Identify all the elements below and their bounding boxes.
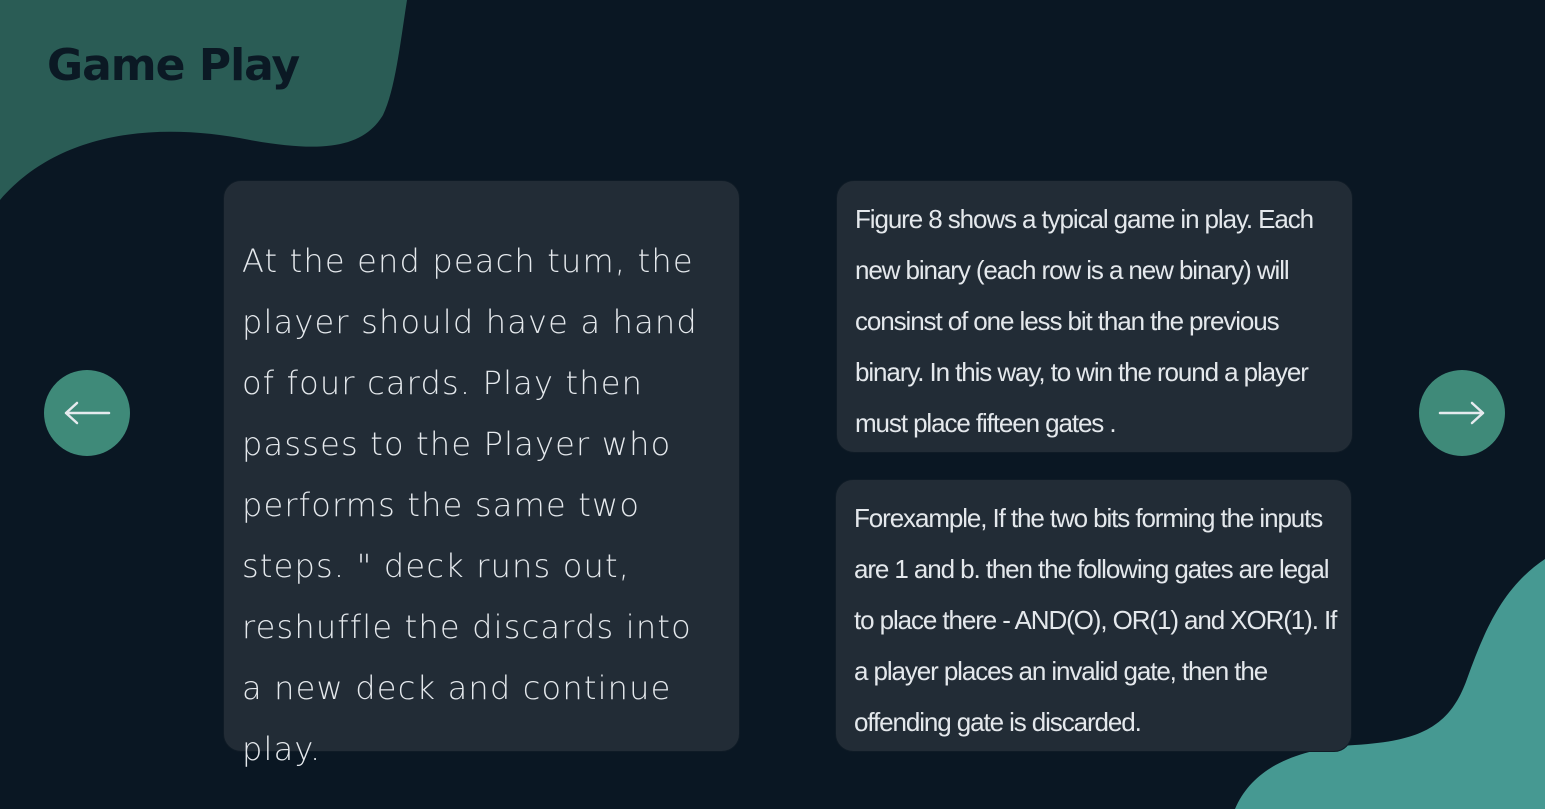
- rules-card-example: Forexample, If the two bits forming the …: [835, 479, 1352, 752]
- arrow-left-icon: [64, 401, 111, 425]
- arrow-right-icon: [1438, 401, 1485, 425]
- page-title: Game Play: [47, 40, 300, 91]
- top-left-blob-shape: [0, 0, 407, 200]
- rules-card-typical-game: Figure 8 shows a typical game in play. E…: [836, 180, 1353, 453]
- rules-text-typical-game: Figure 8 shows a typical game in play. E…: [855, 204, 1314, 438]
- rules-text-example: Forexample, If the two bits forming the …: [854, 503, 1337, 737]
- rules-text-end-of-turn: At the end peach tum, the player should …: [242, 242, 698, 768]
- rules-card-end-of-turn: At the end peach tum, the player should …: [223, 180, 740, 768]
- previous-button[interactable]: [44, 370, 130, 456]
- next-button[interactable]: [1419, 370, 1505, 456]
